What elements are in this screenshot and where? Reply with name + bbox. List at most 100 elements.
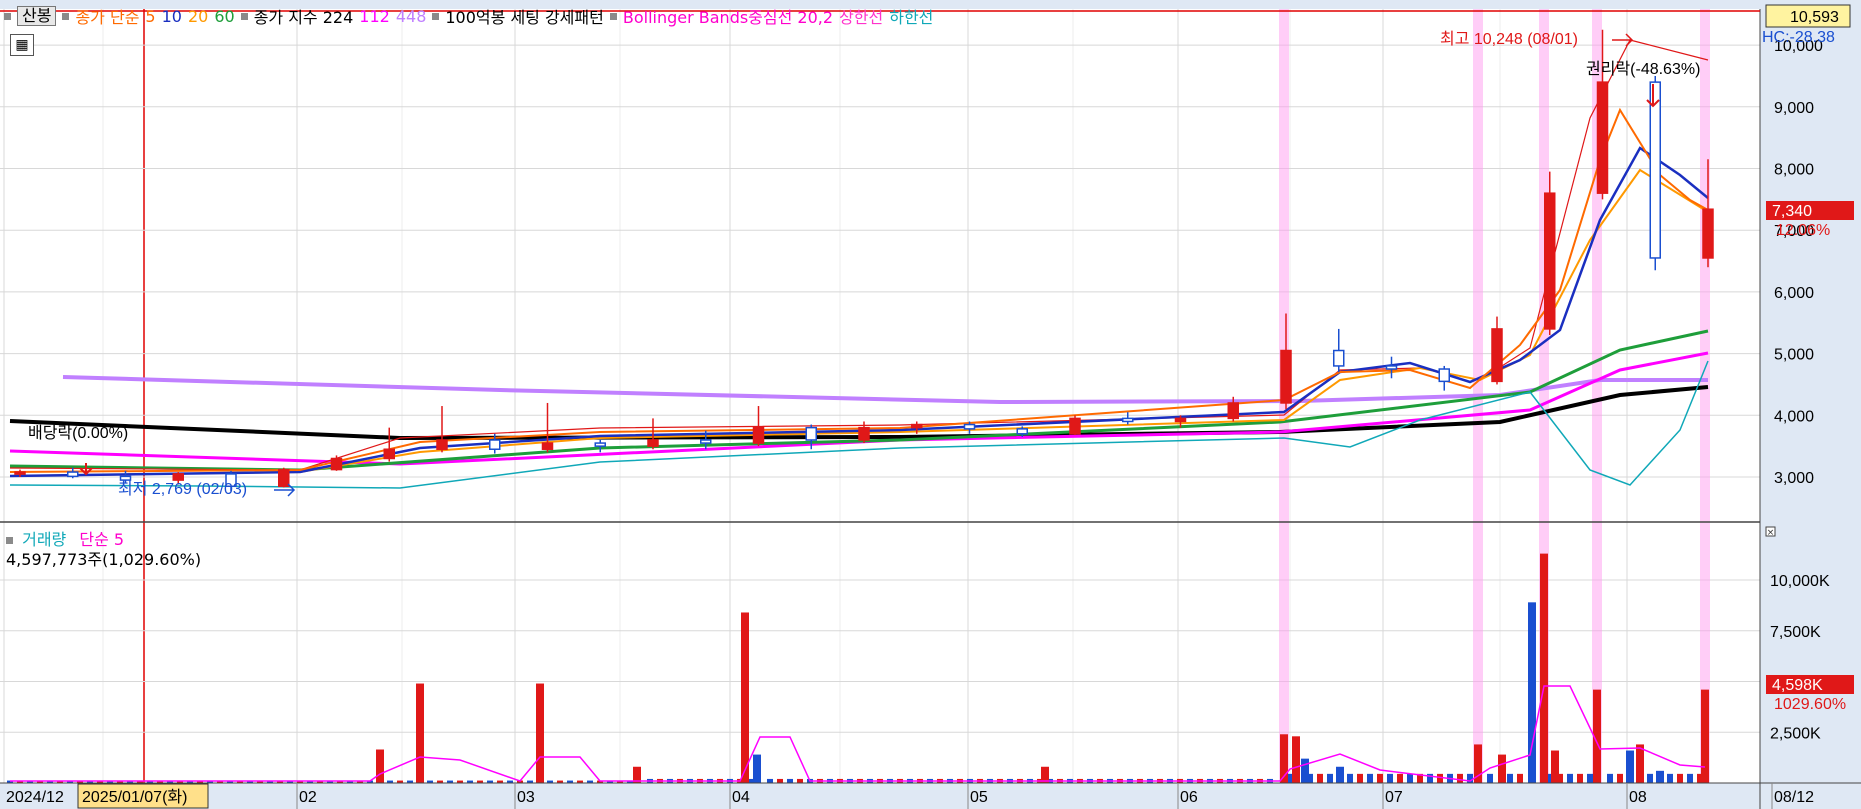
candle-body	[752, 426, 765, 444]
bb-label: Bollinger Bands중심선 20,2	[622, 8, 834, 27]
rights-annotation: 권리락(-48.63%)	[1586, 60, 1700, 78]
pattern-label: 100억봉 세팅 강세패턴	[445, 8, 604, 27]
legend-marker	[6, 537, 13, 544]
candle-body	[1333, 349, 1345, 367]
volume-bar	[1317, 773, 1323, 783]
volume-bar	[1636, 744, 1644, 783]
volume-tick-label: 10,000K	[1770, 573, 1830, 590]
candle-body	[383, 448, 395, 460]
x-tick-label: 2024/12	[6, 789, 64, 806]
volume-tick-label: 2,500K	[1770, 725, 1821, 742]
signal-band	[1700, 9, 1710, 783]
price-tick-label: 9,000	[1774, 100, 1814, 117]
volume-bar	[1387, 773, 1393, 783]
volume-bar	[777, 778, 783, 783]
volume-bar	[1687, 773, 1693, 783]
price-legend: 산봉 종가 단순 5 10 20 60 종가 지수 224 112 448 10…	[4, 6, 939, 27]
volume-bar	[1336, 766, 1344, 783]
volume-bar	[767, 778, 773, 783]
volume-bar	[1647, 773, 1653, 783]
volume-bar	[1577, 773, 1583, 783]
volume-bar	[1487, 773, 1493, 783]
candle-body	[700, 439, 712, 444]
grid-toggle-icon[interactable]: ▦	[10, 34, 34, 56]
volume-bar	[1626, 750, 1634, 783]
volume-bar	[1367, 773, 1373, 783]
candle-body	[1438, 368, 1450, 383]
candle-body	[963, 423, 976, 430]
price-tick-label: 3,000	[1774, 470, 1814, 487]
volume-bar	[797, 778, 803, 783]
volume-tick-label: 7,500K	[1770, 624, 1821, 641]
candle-body	[1544, 192, 1556, 330]
candle-body	[1122, 417, 1134, 423]
volume-bar	[1567, 773, 1573, 783]
candle-body	[330, 457, 343, 471]
candle-body	[1174, 417, 1187, 423]
volume-bar	[376, 749, 384, 783]
volume-bar	[1407, 773, 1413, 783]
candle-body	[647, 439, 659, 447]
candle-body	[1280, 349, 1292, 404]
x-tick-label: 07	[1385, 789, 1403, 806]
volume-bar	[1457, 773, 1463, 783]
high-annotation: 최고 10,248 (08/01)	[1440, 30, 1578, 48]
bb-lower-label: 하한선	[889, 8, 934, 27]
legend-marker	[4, 12, 11, 20]
candle-body	[858, 426, 870, 441]
dividend-annotation: 배당락(0.00%)	[28, 424, 128, 442]
x-tick-label: 02	[299, 789, 317, 806]
candle-body	[119, 475, 132, 481]
change-percent-label: 12.06%	[1776, 222, 1830, 239]
x-axis-bg	[0, 783, 1861, 809]
volume-bar	[1701, 689, 1709, 783]
legend-marker	[609, 12, 617, 20]
volume-bar	[1507, 773, 1513, 783]
volume-bar	[1587, 773, 1593, 783]
x-tick-label: 08/12	[1774, 789, 1814, 806]
volume-bar	[1292, 736, 1300, 783]
bb-upper-label: 상한선	[839, 8, 884, 27]
candle-body	[172, 473, 184, 481]
volume-bar	[753, 754, 761, 783]
volume-bar	[1607, 773, 1613, 783]
legend-marker	[432, 12, 440, 20]
candle-body	[1227, 402, 1239, 420]
stock-chart[interactable]: ×10,0009,0008,0007,0006,0005,0004,0003,0…	[0, 0, 1861, 809]
candle-body	[1702, 208, 1714, 259]
x-tick-label: 05	[970, 789, 988, 806]
ma-label: 종가 단순	[75, 8, 140, 27]
candle-body	[489, 439, 501, 450]
volume-bar	[1347, 773, 1353, 783]
current-volume-label: 4,598K	[1772, 677, 1823, 694]
volume-bar	[1517, 773, 1523, 783]
candle-body	[1491, 328, 1503, 383]
candle-type-button[interactable]: 산봉	[17, 6, 57, 26]
candle-body	[67, 471, 79, 478]
legend-marker	[240, 12, 248, 20]
volume-ratio-label: 1029.60%	[1774, 696, 1846, 713]
x-tick-label: 03	[517, 789, 535, 806]
volume-bar	[536, 683, 544, 783]
price-tick-label: 6,000	[1774, 285, 1814, 302]
index-112: 112	[359, 6, 390, 26]
volume-bar	[1397, 773, 1403, 783]
candle-body	[1385, 365, 1398, 370]
ma-20: 20	[187, 6, 209, 26]
volume-bar	[416, 683, 424, 783]
selected-date-label: 2025/01/07(화)	[82, 788, 187, 806]
candle-body	[278, 468, 290, 488]
index-label: 종가 지수 224	[253, 8, 354, 27]
volume-bar	[1677, 773, 1683, 783]
volume-bar	[1357, 773, 1363, 783]
volume-bar	[1498, 754, 1506, 783]
candle-body	[14, 471, 26, 475]
volume-bar	[1301, 758, 1309, 783]
low-annotation: 최저 2,769 (02/03)	[118, 480, 247, 498]
candle-body	[594, 442, 606, 447]
volume-bar	[1656, 770, 1664, 783]
current-price-label: 7,340	[1772, 203, 1812, 220]
volume-bar	[1540, 553, 1548, 783]
volume-bar	[1617, 773, 1623, 783]
candle-body	[805, 426, 817, 441]
